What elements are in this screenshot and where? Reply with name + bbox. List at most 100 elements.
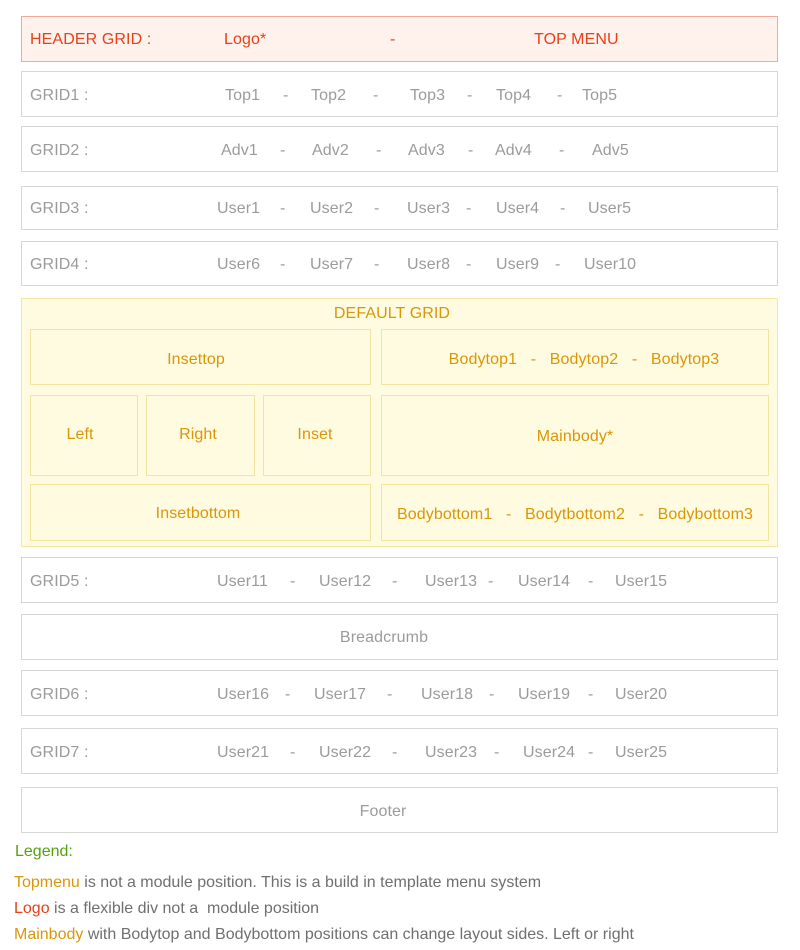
insettop-box: Insettop	[30, 329, 371, 385]
separator: -	[290, 744, 296, 761]
module-position: User20	[615, 686, 668, 703]
bodytop-label: Bodytop1 - Bodytop2 - Bodytop3	[448, 351, 720, 368]
legend-key-mainbody: Mainbody	[14, 926, 84, 943]
inset-box: Inset	[263, 395, 371, 476]
module-position: User12	[319, 573, 372, 590]
module-position: User19	[518, 686, 571, 703]
separator: -	[588, 573, 594, 590]
module-position: User15	[615, 573, 668, 590]
module-position: Adv5	[592, 142, 629, 159]
separator: -	[488, 573, 494, 590]
grid-label: GRID6 :	[30, 686, 89, 703]
separator: -	[588, 744, 594, 761]
module-position: Top1	[225, 87, 261, 104]
grid-label: GRID2 :	[30, 142, 89, 159]
separator: -	[373, 87, 379, 104]
grid2-row: GRID2 : Adv1 - Adv2 - Adv3 - Adv4 - Adv5	[21, 126, 778, 172]
legend-line-mainbody: Mainbody with Bodytop and Bodybottom pos…	[14, 926, 634, 944]
separator: -	[374, 256, 380, 273]
separator: -	[588, 686, 594, 703]
legend-title: Legend:	[15, 843, 73, 860]
grid-label: GRID3 :	[30, 200, 89, 217]
separator: -	[280, 256, 286, 273]
module-position: User6	[217, 256, 261, 273]
module-position: User3	[407, 200, 451, 217]
separator: -	[392, 744, 398, 761]
module-position: User22	[319, 744, 372, 761]
separator: -	[283, 87, 289, 104]
right-label: Right	[179, 426, 217, 443]
header-grid-label: HEADER GRID :	[30, 31, 152, 48]
separator: -	[559, 142, 565, 159]
separator: -	[489, 686, 495, 703]
bodybottom-box: Bodybottom1 - Bodytbottom2 - Bodybottom3	[381, 484, 769, 541]
header-separator: -	[390, 31, 396, 48]
module-position: User5	[588, 200, 632, 217]
module-position: User16	[217, 686, 270, 703]
mainbody-box: Mainbody*	[381, 395, 769, 476]
module-position: User4	[496, 200, 540, 217]
legend-text-logo: is a flexible div not a module position	[49, 900, 320, 917]
breadcrumb-row: Breadcrumb	[21, 614, 778, 660]
module-position: User1	[217, 200, 261, 217]
separator: -	[290, 573, 296, 590]
separator: -	[280, 200, 286, 217]
breadcrumb-label: Breadcrumb	[339, 629, 429, 646]
module-position: User8	[407, 256, 451, 273]
bodytop-box: Bodytop1 - Bodytop2 - Bodytop3	[381, 329, 769, 385]
insettop-label: Insettop	[167, 351, 225, 368]
right-box: Right	[146, 395, 255, 476]
separator: -	[387, 686, 393, 703]
module-position: Top2	[311, 87, 347, 104]
grid3-row: GRID3 : User1 - User2 - User3 - User4 - …	[21, 186, 778, 230]
legend-line-topmenu: Topmenu is not a module position. This i…	[14, 874, 541, 892]
header-grid: HEADER GRID : Logo* - TOP MENU	[21, 16, 778, 62]
module-position: User14	[518, 573, 571, 590]
separator: -	[374, 200, 380, 217]
module-position: User17	[314, 686, 367, 703]
grid1-row: GRID1 : Top1 - Top2 - Top3 - Top4 - Top5	[21, 71, 778, 117]
top-menu-position: TOP MENU	[534, 31, 619, 48]
separator: -	[285, 686, 291, 703]
footer-label: Footer	[359, 803, 407, 820]
grid6-row: GRID6 : User16 - User17 - User18 - User1…	[21, 670, 778, 716]
bodybottom-label: Bodybottom1 - Bodytbottom2 - Bodybottom3	[396, 506, 754, 523]
insetbottom-box: Insetbottom	[30, 484, 371, 541]
grid-label: GRID1 :	[30, 87, 89, 104]
separator: -	[466, 256, 472, 273]
separator: -	[467, 87, 473, 104]
module-position: User10	[584, 256, 637, 273]
module-position: Adv1	[221, 142, 258, 159]
separator: -	[376, 142, 382, 159]
separator: -	[557, 87, 563, 104]
logo-position: Logo*	[224, 31, 267, 48]
mainbody-label: Mainbody*	[536, 428, 614, 445]
inset-label: Inset	[297, 426, 333, 443]
legend-text-mainbody: with Bodytop and Bodybottom positions ca…	[83, 926, 634, 943]
separator: -	[555, 256, 561, 273]
grid7-row: GRID7 : User21 - User22 - User23 - User2…	[21, 728, 778, 774]
footer-row: Footer	[21, 787, 778, 833]
legend-key-topmenu: Topmenu	[14, 874, 80, 891]
left-box: Left	[30, 395, 138, 476]
module-position: User24	[523, 744, 576, 761]
legend-text-topmenu: is not a module position. This is a buil…	[79, 874, 542, 891]
module-position: Adv2	[312, 142, 349, 159]
module-position: User9	[496, 256, 540, 273]
module-position: User13	[425, 573, 478, 590]
grid-label: GRID4 :	[30, 256, 89, 273]
module-position: User21	[217, 744, 270, 761]
module-position: Adv4	[495, 142, 532, 159]
module-position: User11	[217, 573, 268, 590]
separator: -	[392, 573, 398, 590]
insetbottom-label: Insetbottom	[155, 505, 241, 522]
separator: -	[560, 200, 566, 217]
module-position: User23	[425, 744, 478, 761]
grid4-row: GRID4 : User6 - User7 - User8 - User9 - …	[21, 241, 778, 286]
separator: -	[280, 142, 286, 159]
legend-line-logo: Logo is a flexible div not a module posi…	[14, 900, 319, 918]
module-position: Top5	[582, 87, 618, 104]
separator: -	[466, 200, 472, 217]
module-position: Adv3	[408, 142, 445, 159]
module-position: User25	[615, 744, 668, 761]
